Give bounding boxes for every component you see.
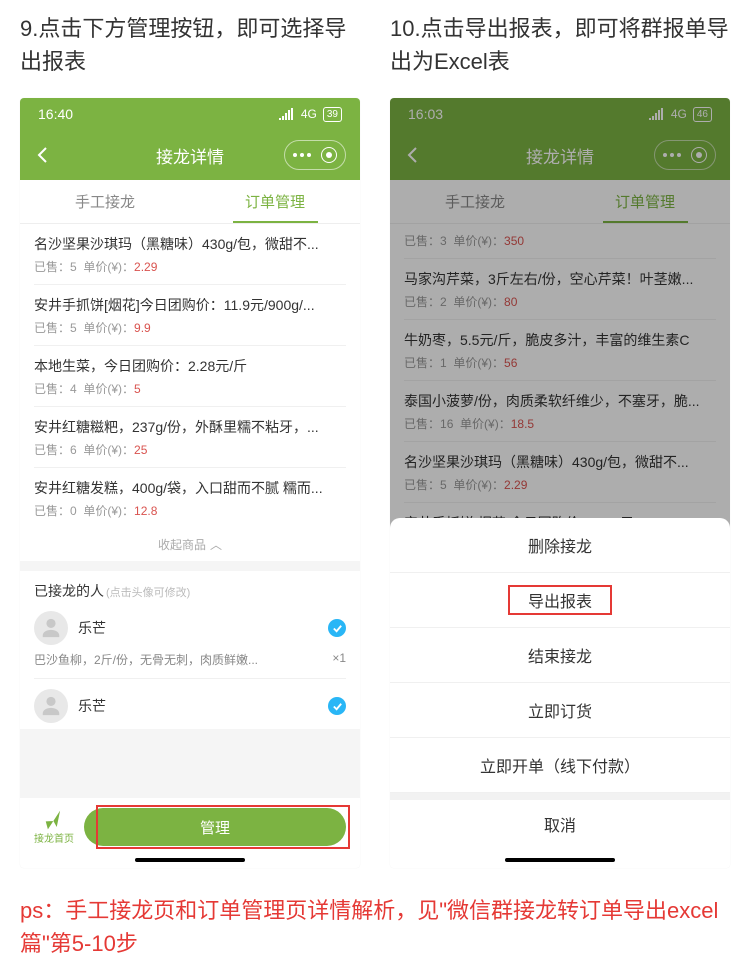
home-indicator — [505, 858, 615, 862]
content-area: 名沙坚果沙琪玛（黑糖味）430g/包，微甜不... 已售：5 单价(¥)：2.2… — [20, 224, 360, 868]
check-icon — [328, 697, 346, 715]
action-sheet: 删除接龙 导出报表 结束接龙 立即订货 立即开单（线下付款） 取消 — [390, 518, 730, 868]
product-item[interactable]: 已售：3 单价(¥)：350 — [404, 224, 716, 259]
close-target-icon[interactable] — [691, 147, 707, 163]
tab-manual[interactable]: 手工接龙 — [20, 180, 190, 223]
home-indicator — [135, 858, 245, 862]
product-item[interactable]: 名沙坚果沙琪玛（黑糖味）430g/包，微甜不... 已售：5 单价(¥)：2.2… — [404, 442, 716, 503]
product-name: 牛奶枣，5.5元/斤，脆皮多汁，丰富的维生素C — [404, 330, 716, 350]
product-meta: 已售：1 单价(¥)：56 — [404, 354, 716, 371]
miniprogram-menu[interactable] — [654, 140, 716, 170]
chevron-up-icon: ︿ — [210, 536, 222, 553]
signal-icon — [279, 108, 295, 120]
product-list: 名沙坚果沙琪玛（黑糖味）430g/包，微甜不... 已售：5 单价(¥)：2.2… — [20, 224, 360, 528]
manage-button[interactable]: 管理 — [84, 808, 346, 846]
avatar[interactable] — [34, 689, 68, 723]
participants-header: 已接龙的人(点击头像可修改) — [34, 581, 346, 601]
participant-row[interactable]: 乐芒 — [34, 601, 346, 651]
app-header: 接龙详情 — [390, 130, 730, 180]
signal-icon — [649, 108, 665, 120]
header-title: 接龙详情 — [156, 143, 224, 168]
sheet-delete[interactable]: 删除接龙 — [390, 518, 730, 573]
sheet-export[interactable]: 导出报表 — [390, 573, 730, 628]
battery-indicator: 46 — [693, 107, 712, 122]
product-name: 本地生菜，今日团购价：2.28元/斤 — [34, 356, 346, 376]
product-name: 安井红糖糍粑，237g/份，外酥里糯不粘牙，... — [34, 417, 346, 437]
sheet-restock[interactable]: 立即订货 — [390, 683, 730, 738]
header-title: 接龙详情 — [526, 143, 594, 168]
network-label: 4G — [671, 107, 687, 121]
status-time: 16:40 — [38, 106, 73, 122]
product-name: 名沙坚果沙琪玛（黑糖味）430g/包，微甜不... — [34, 234, 346, 254]
close-target-icon[interactable] — [321, 147, 337, 163]
product-item[interactable]: 泰国小菠萝/份，肉质柔软纤维少，不塞牙，脆... 已售：16 单价(¥)：18.… — [404, 381, 716, 442]
product-meta: 已售：2 单价(¥)：80 — [404, 293, 716, 310]
product-meta: 已售：3 单价(¥)：350 — [404, 232, 716, 249]
product-name: 安井手抓饼[烟花]今日团购价：11.9元/900g/... — [34, 295, 346, 315]
avatar[interactable] — [34, 611, 68, 645]
sheet-cancel[interactable]: 取消 — [390, 793, 730, 848]
product-item[interactable]: 马家沟芹菜，3斤左右/份，空心芹菜！叶茎嫩... 已售：2 单价(¥)：80 — [404, 259, 716, 320]
miniprogram-menu[interactable] — [284, 140, 346, 170]
footer-note: ps：手工接龙页和订单管理页详情解析，见"微信群接龙转订单导出excel篇"第5… — [20, 894, 730, 960]
product-name: 名沙坚果沙琪玛（黑糖味）430g/包，微甜不... — [404, 452, 716, 472]
participant-name: 乐芒 — [78, 696, 318, 716]
collapse-products[interactable]: 收起商品︿ — [20, 528, 360, 561]
product-meta: 已售：4 单价(¥)：5 — [34, 380, 346, 397]
screenshot-step-10: 16:03 4G 46 接龙详情 — [390, 98, 730, 868]
product-name: 泰国小菠萝/份，肉质柔软纤维少，不塞牙，脆... — [404, 391, 716, 411]
product-item[interactable]: 本地生菜，今日团购价：2.28元/斤 已售：4 单价(¥)：5 — [34, 346, 346, 407]
caption-right: 10.点击导出报表，即可将群报单导出为Excel表 — [390, 12, 730, 78]
tabs: 手工接龙 订单管理 — [20, 180, 360, 224]
participant-name: 乐芒 — [78, 618, 318, 638]
product-meta: 已售：0 单价(¥)：12.8 — [34, 502, 346, 519]
participants-box: 已接龙的人(点击头像可修改) 乐芒 巴沙鱼柳，2斤/份，无骨无刺，肉质鲜嫩...… — [20, 571, 360, 729]
product-item[interactable]: 牛奶枣，5.5元/斤，脆皮多汁，丰富的维生素C 已售：1 单价(¥)：56 — [404, 320, 716, 381]
participant-row[interactable]: 乐芒 — [34, 679, 346, 729]
product-name: 马家沟芹菜，3斤左右/份，空心芹菜！叶茎嫩... — [404, 269, 716, 289]
app-header: 接龙详情 — [20, 130, 360, 180]
tab-orders[interactable]: 订单管理 — [560, 180, 730, 223]
back-icon[interactable] — [404, 146, 422, 164]
content-area: 已售：3 单价(¥)：350 马家沟芹菜，3斤左右/份，空心芹菜！叶茎嫩... … — [390, 224, 730, 542]
more-icon[interactable] — [293, 153, 311, 157]
product-item[interactable]: 名沙坚果沙琪玛（黑糖味）430g/包，微甜不... 已售：5 单价(¥)：2.2… — [34, 224, 346, 285]
product-item[interactable]: 安井红糖发糕，400g/袋，入口甜而不腻 糯而... 已售：0 单价(¥)：12… — [34, 468, 346, 528]
battery-indicator: 39 — [323, 107, 342, 122]
caption-left: 9.点击下方管理按钮，即可选择导出报表 — [20, 12, 360, 78]
product-meta: 已售：6 单价(¥)：25 — [34, 441, 346, 458]
product-list: 已售：3 单价(¥)：350 马家沟芹菜，3斤左右/份，空心芹菜！叶茎嫩... … — [390, 224, 730, 542]
screenshot-step-9: 16:40 4G 39 接龙详情 手工接龙 订单管理 — [20, 98, 360, 868]
participant-order: 巴沙鱼柳，2斤/份，无骨无刺，肉质鲜嫩...×1 — [34, 651, 346, 679]
home-button[interactable]: 接龙首页 — [34, 810, 74, 845]
network-label: 4G — [301, 107, 317, 121]
status-bar: 16:40 4G 39 — [20, 98, 360, 130]
sheet-end[interactable]: 结束接龙 — [390, 628, 730, 683]
tab-manual[interactable]: 手工接龙 — [390, 180, 560, 223]
product-item[interactable]: 安井手抓饼[烟花]今日团购价：11.9元/900g/... 已售：5 单价(¥)… — [34, 285, 346, 346]
product-meta: 已售：16 单价(¥)：18.5 — [404, 415, 716, 432]
more-icon[interactable] — [663, 153, 681, 157]
tabs: 手工接龙 订单管理 — [390, 180, 730, 224]
back-icon[interactable] — [34, 146, 52, 164]
check-icon — [328, 619, 346, 637]
product-item[interactable]: 安井红糖糍粑，237g/份，外酥里糯不粘牙，... 已售：6 单价(¥)：25 — [34, 407, 346, 468]
status-time: 16:03 — [408, 106, 443, 122]
tab-orders[interactable]: 订单管理 — [190, 180, 360, 223]
product-meta: 已售：5 单价(¥)：2.29 — [34, 258, 346, 275]
product-meta: 已售：5 单价(¥)：2.29 — [404, 476, 716, 493]
product-meta: 已售：5 单价(¥)：9.9 — [34, 319, 346, 336]
sheet-open-offline[interactable]: 立即开单（线下付款） — [390, 738, 730, 793]
status-bar: 16:03 4G 46 — [390, 98, 730, 130]
product-name: 安井红糖发糕，400g/袋，入口甜而不腻 糯而... — [34, 478, 346, 498]
